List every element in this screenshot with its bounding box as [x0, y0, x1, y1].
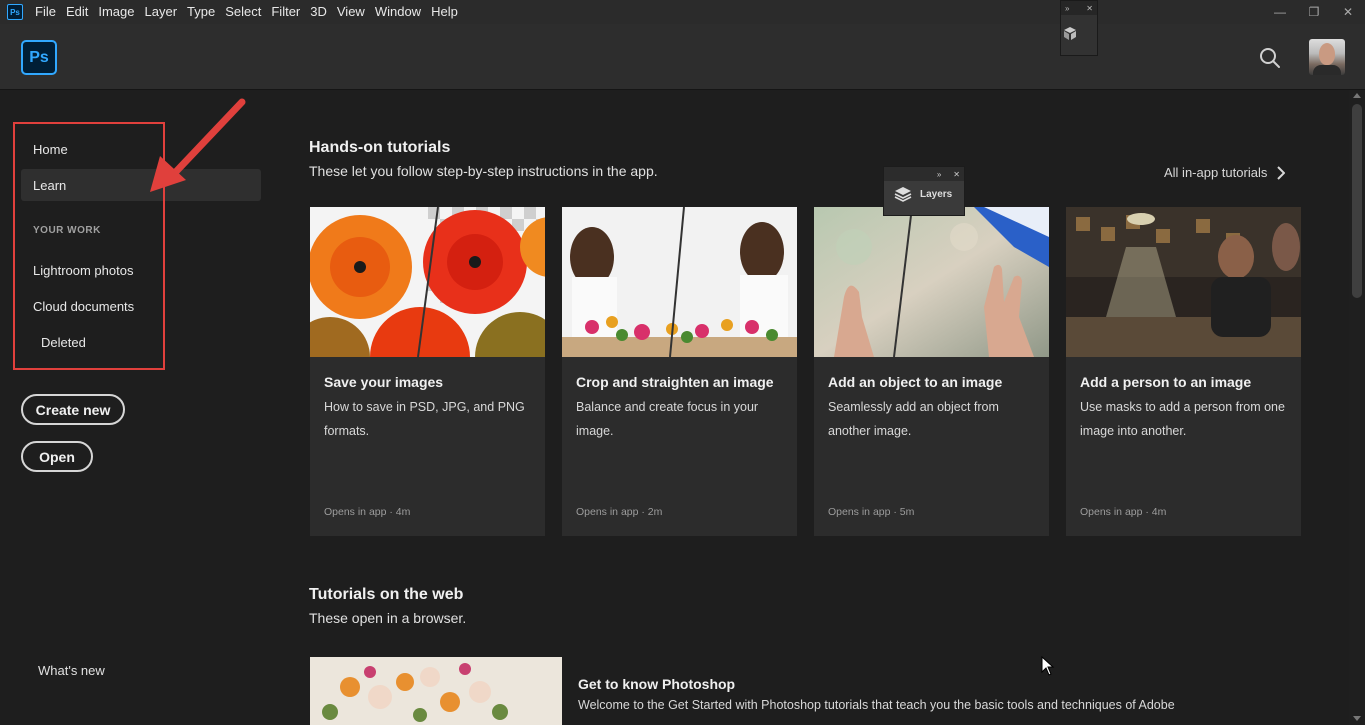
tutorial-card-add-person[interactable]: Add a person to an image Use masks to ad…	[1066, 207, 1301, 536]
card-description: Seamlessly add an object from another im…	[828, 400, 999, 438]
menu-select[interactable]: Select	[221, 0, 267, 24]
app-header: Ps	[0, 24, 1365, 90]
scrollbar-thumb[interactable]	[1352, 104, 1362, 298]
web-tutorials-subtitle: These open in a browser.	[309, 610, 467, 626]
collapse-icon[interactable]: »	[937, 170, 941, 179]
scroll-down-icon[interactable]	[1353, 716, 1361, 721]
menu-3d[interactable]: 3D	[306, 0, 333, 24]
card-meta: Opens in app · 2m	[576, 506, 663, 518]
cube-icon[interactable]	[1061, 25, 1079, 43]
menu-bar: Ps File Edit Image Layer Type Select Fil…	[0, 0, 1365, 24]
menu-layer[interactable]: Layer	[141, 0, 184, 24]
app-icon: Ps	[7, 4, 23, 20]
create-new-button[interactable]: Create new	[21, 394, 125, 425]
layers-panel[interactable]: » ✕ Layers	[883, 166, 965, 216]
open-button[interactable]: Open	[21, 441, 93, 472]
floating-panel-3d[interactable]: » ✕	[1060, 0, 1098, 56]
hands-on-subtitle: These let you follow step-by-step instru…	[309, 163, 658, 179]
menu-window[interactable]: Window	[371, 0, 427, 24]
menu-file[interactable]: File	[31, 0, 62, 24]
main-scrollbar[interactable]	[1349, 90, 1365, 725]
web-tutorial-title[interactable]: Get to know Photoshop	[578, 676, 735, 692]
card-title: Add an object to an image	[828, 374, 1003, 390]
web-tutorial-description: Welcome to the Get Started with Photosho…	[578, 698, 1175, 712]
card-meta: Opens in app · 4m	[324, 506, 411, 518]
layers-label: Layers	[920, 188, 953, 200]
tutorial-card-add-object[interactable]: Add an object to an image Seamlessly add…	[814, 207, 1049, 536]
nav-cloud-documents[interactable]: Cloud documents	[33, 299, 134, 314]
menu-type[interactable]: Type	[183, 0, 221, 24]
menu-view[interactable]: View	[333, 0, 371, 24]
card-title: Crop and straighten an image	[576, 374, 774, 390]
tutorial-card-crop-straighten[interactable]: Crop and straighten an image Balance and…	[562, 207, 797, 536]
window-controls: — ❐ ✕	[1271, 0, 1357, 24]
menu-help[interactable]: Help	[427, 0, 464, 24]
nav-learn[interactable]: Learn	[33, 178, 66, 193]
photoshop-logo[interactable]: Ps	[21, 40, 57, 75]
chevron-right-icon	[1277, 165, 1286, 180]
tutorial-thumbnail	[310, 207, 545, 357]
annotation-arrow-icon	[150, 98, 246, 192]
mouse-cursor-icon	[1041, 656, 1055, 676]
minimize-icon[interactable]: —	[1271, 5, 1289, 19]
your-work-heading: YOUR WORK	[33, 225, 101, 236]
all-in-app-tutorials-link[interactable]: All in-app tutorials	[1164, 165, 1286, 180]
hands-on-title: Hands-on tutorials	[309, 139, 451, 156]
panel-close-icon[interactable]: ✕	[1086, 4, 1093, 13]
web-tutorial-thumbnail[interactable]	[310, 657, 562, 725]
all-in-app-tutorials-label: All in-app tutorials	[1164, 165, 1268, 180]
tutorial-thumbnail	[814, 207, 1049, 357]
tutorial-thumbnail	[1066, 207, 1301, 357]
card-description: Balance and create focus in your image.	[576, 400, 759, 438]
card-meta: Opens in app · 4m	[1080, 506, 1167, 518]
card-meta: Opens in app · 5m	[828, 506, 915, 518]
nav-lightroom-photos[interactable]: Lightroom photos	[33, 263, 133, 278]
layers-icon	[894, 187, 912, 202]
card-title: Save your images	[324, 374, 444, 390]
web-tutorials-title: Tutorials on the web	[309, 586, 464, 603]
tutorial-card-save-images[interactable]: Save your images How to save in PSD, JPG…	[310, 207, 545, 536]
menu-filter[interactable]: Filter	[267, 0, 306, 24]
menu-image[interactable]: Image	[94, 0, 140, 24]
search-icon[interactable]	[1258, 46, 1282, 70]
restore-icon[interactable]: ❐	[1305, 5, 1323, 19]
user-avatar[interactable]	[1309, 39, 1345, 75]
card-description: How to save in PSD, JPG, and PNG formats…	[324, 400, 525, 438]
card-description: Use masks to add a person from one image…	[1080, 400, 1285, 438]
card-title: Add a person to an image	[1080, 374, 1252, 390]
panel-close-icon[interactable]: ✕	[953, 170, 960, 179]
scroll-up-icon[interactable]	[1353, 93, 1361, 98]
menu-edit[interactable]: Edit	[62, 0, 94, 24]
tutorial-thumbnail	[562, 207, 797, 357]
nav-deleted[interactable]: Deleted	[41, 335, 86, 350]
nav-home[interactable]: Home	[33, 142, 68, 157]
whats-new-link[interactable]: What's new	[38, 663, 105, 678]
close-icon[interactable]: ✕	[1339, 5, 1357, 19]
collapse-icon[interactable]: »	[1065, 4, 1069, 13]
